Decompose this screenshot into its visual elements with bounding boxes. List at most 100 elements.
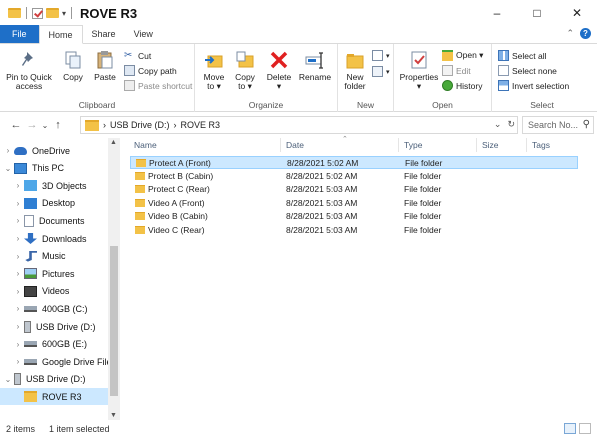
tab-share[interactable]: Share [83,25,125,43]
customize-toolbar-chevron-icon[interactable]: ▾ [62,9,66,18]
expand-chevron-icon[interactable]: › [12,357,24,366]
back-arrow-icon[interactable]: ← [8,119,24,131]
nav-tree-item[interactable]: ⌄ USB Drive (D:) [0,371,108,388]
nav-tree-item[interactable]: › OneDrive [0,142,108,159]
nav-tree-item[interactable]: ⌄ This PC [0,160,108,177]
file-row[interactable]: Video B (Cabin) 8/28/2021 5:03 AM File fol… [130,210,578,223]
cut-button[interactable]: ✂ Cut [124,50,151,61]
copy-to-button[interactable]: Copy to ▾ [231,50,259,91]
scrollbar-thumb[interactable] [110,246,118,396]
select-all-button[interactable]: Select all [498,50,547,61]
expand-chevron-icon[interactable]: › [12,287,24,296]
address-bar[interactable]: › USB Drive (D:) › ROVE R3 ⌄ ↻ [80,116,518,134]
cube-icon [24,180,37,192]
paste-shortcut-button[interactable]: Paste shortcut [124,80,192,91]
expand-chevron-icon[interactable]: › [12,269,24,278]
move-to-button[interactable]: Move to ▾ [200,50,228,91]
delete-button[interactable]: Delete ▾ [264,50,294,91]
clipboard-group: Pin to Quick access Copy Paste ✂ Cut Cop… [0,44,195,112]
new-folder-icon[interactable] [46,8,59,18]
select-none-icon [498,65,509,76]
copy-path-button[interactable]: Copy path [124,65,177,76]
maximize-button[interactable]: □ [517,0,557,26]
expand-chevron-icon[interactable]: › [12,322,24,331]
properties-check-icon[interactable] [32,7,43,19]
file-row[interactable]: Protect A (Front) 8/28/2021 5:02 AM File f… [130,156,578,169]
search-box[interactable]: Search No... ⚲ [522,116,594,134]
expanded-chevron-icon[interactable]: ⌄ [2,164,14,173]
column-header-date[interactable]: Date [286,138,304,152]
rename-icon [305,52,323,69]
expand-chevron-icon[interactable]: › [12,199,24,208]
nav-tree-label: Google Drive File [42,356,108,367]
column-header-tags[interactable]: Tags [532,138,550,152]
close-button[interactable]: ✕ [557,0,597,26]
file-row[interactable]: Video A (Front) 8/28/2021 5:03 AM File fol… [130,197,578,210]
details-view-icon[interactable] [564,423,576,434]
minimize-button[interactable]: – [477,0,517,26]
nav-tree-item[interactable]: › Pictures [0,265,108,282]
expand-chevron-icon[interactable]: › [12,252,24,261]
nav-tree-item[interactable]: › Documents [0,212,108,229]
paste-button[interactable]: Paste [90,50,120,82]
help-icon[interactable]: ? [580,28,591,39]
file-type: File folder [404,197,442,208]
tab-file[interactable]: File [0,25,39,43]
expand-chevron-icon[interactable]: › [2,146,14,155]
move-to-icon [205,55,223,68]
expand-chevron-icon[interactable]: › [12,304,24,313]
file-row[interactable]: Video C (Rear) 8/28/2021 5:03 AM File fold… [130,224,578,237]
nav-tree-item[interactable]: › 600GB (E:) [0,336,108,353]
forward-arrow-icon[interactable]: → [24,119,40,131]
nav-tree-item[interactable]: › Desktop [0,195,108,212]
expand-chevron-icon[interactable]: › [12,234,24,243]
edit-button[interactable]: Edit [442,65,471,76]
column-header-size[interactable]: Size [482,138,499,152]
nav-tree-item[interactable]: › Google Drive File [0,353,108,370]
expand-chevron-icon[interactable]: › [12,216,24,225]
collapse-ribbon-chevron-icon[interactable]: ⌃ [566,28,574,39]
address-history-chevron-icon[interactable]: ⌄ [494,119,502,130]
file-list: ⌃ Name Date Type Size Tags Protect A (Fr… [122,136,597,420]
breadcrumb-rove-r3[interactable]: ROVE R3 [181,120,221,130]
nav-tree-label: Desktop [42,198,76,209]
column-header-type[interactable]: Type [404,138,422,152]
navigation-scrollbar[interactable]: ▲ ▼ [108,138,120,420]
history-button[interactable]: History [442,80,482,91]
expanded-chevron-icon[interactable]: ⌄ [2,375,14,384]
file-type: File folder [404,184,442,194]
scroll-up-icon[interactable]: ▲ [110,139,117,146]
up-arrow-icon[interactable]: ↑ [50,119,66,131]
file-row[interactable]: Protect B (Cabin) 8/28/2021 5:02 AM File f… [130,170,578,183]
nav-tree-item[interactable]: › USB Drive (D:) [0,318,108,335]
properties-icon [411,51,427,69]
refresh-icon[interactable]: ↻ [507,119,515,130]
file-row[interactable]: Protect C (Rear) 8/28/2021 5:03 AM File fo… [130,183,578,196]
scroll-down-icon[interactable]: ▼ [110,412,117,419]
recent-locations-chevron-icon[interactable]: ⌄ [40,121,50,130]
tab-home[interactable]: Home [38,25,83,44]
nav-tree-item[interactable]: › Videos [0,283,108,300]
breadcrumb-usb-drive[interactable]: USB Drive (D:) [110,120,170,130]
nav-tree-item[interactable]: › 400GB (C:) [0,300,108,317]
select-none-button[interactable]: Select none [498,65,557,76]
open-button[interactable]: Open ▾ [442,50,483,61]
expand-chevron-icon[interactable]: › [12,340,24,349]
expand-chevron-icon[interactable]: › [12,181,24,190]
tab-view[interactable]: View [125,25,162,43]
easy-access-button[interactable]: ▾ [372,66,390,77]
large-icons-view-icon[interactable] [579,423,591,434]
new-folder-button[interactable]: New folder [342,50,368,91]
properties-button[interactable]: Properties ▾ [398,50,440,91]
pin-to-quick-access-button[interactable]: Pin to Quick access [6,50,52,91]
rename-button[interactable]: Rename [298,50,332,82]
nav-tree-item[interactable]: › Downloads [0,230,108,247]
file-name: Video C (Rear) [148,224,205,235]
invert-selection-button[interactable]: Invert selection [498,80,569,91]
nav-tree-item[interactable]: › Music [0,248,108,265]
nav-tree-item[interactable]: ROVE R3 [0,388,108,406]
nav-tree-item[interactable]: › 3D Objects [0,177,108,194]
new-item-button[interactable]: ▾ [372,50,390,61]
column-header-name[interactable]: Name [134,138,157,152]
copy-button[interactable]: Copy [58,50,88,82]
